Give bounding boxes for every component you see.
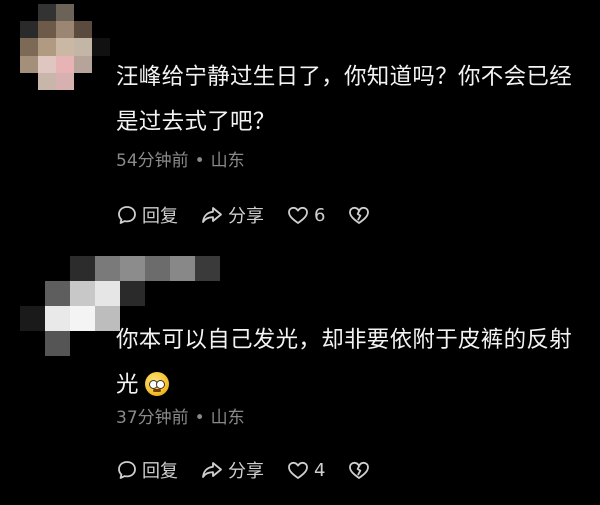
share-label: 分享 bbox=[228, 206, 264, 227]
like-button[interactable]: 6 bbox=[286, 204, 325, 226]
share-arrow-icon bbox=[200, 204, 224, 226]
comment-text: 你本可以自己发光，却非要依附于皮裤的反射光 bbox=[116, 318, 581, 408]
comment-time: 54分钟前 bbox=[116, 151, 189, 171]
dislike-button[interactable] bbox=[347, 204, 371, 226]
comment-meta: 37分钟前 • 山东 bbox=[116, 403, 245, 428]
heart-icon bbox=[286, 459, 310, 481]
comment-text: 汪峰给宁静过生日了，你知道吗？你不会已经是过去式了吧？ bbox=[116, 64, 573, 135]
meta-separator: • bbox=[194, 151, 205, 171]
share-label: 分享 bbox=[228, 461, 264, 482]
comment-time: 37分钟前 bbox=[116, 408, 189, 428]
comment-text-content: 你本可以自己发光，却非要依附于皮裤的反射光 bbox=[116, 327, 573, 398]
share-button[interactable]: 分享 bbox=[200, 457, 264, 483]
broken-heart-icon bbox=[347, 204, 371, 226]
like-count: 6 bbox=[314, 204, 326, 226]
share-arrow-icon bbox=[200, 459, 224, 481]
meta-separator: • bbox=[194, 408, 205, 428]
comment-item-1: 汪峰给宁静过生日了，你知道吗？你不会已经是过去式了吧？ 54分钟前 • 山东 回复 … bbox=[0, 0, 600, 250]
comment-location: 山东 bbox=[210, 151, 245, 171]
heart-icon bbox=[286, 204, 310, 226]
broken-heart-icon bbox=[347, 459, 371, 481]
comment-actions: 回复 分享 6 bbox=[116, 202, 393, 228]
comment-meta: 54分钟前 • 山东 bbox=[116, 146, 245, 171]
rolling-eyes-emoji-icon bbox=[144, 372, 169, 396]
comment-actions: 回复 分享 4 bbox=[116, 457, 393, 483]
reply-bubble-icon bbox=[116, 204, 138, 226]
reply-bubble-icon bbox=[116, 459, 138, 481]
like-button[interactable]: 4 bbox=[286, 459, 325, 481]
reply-label: 回复 bbox=[142, 206, 178, 227]
avatar-pixelated[interactable] bbox=[20, 4, 110, 90]
comment-location: 山东 bbox=[210, 408, 245, 428]
dislike-button[interactable] bbox=[347, 459, 371, 481]
comment-item-2: 你本可以自己发光，却非要依附于皮裤的反射光 37分钟前 • 山东 回复 分享 4 bbox=[0, 250, 600, 505]
reply-label: 回复 bbox=[142, 461, 178, 482]
share-button[interactable]: 分享 bbox=[200, 202, 264, 228]
reply-button[interactable]: 回复 bbox=[116, 202, 178, 228]
reply-button[interactable]: 回复 bbox=[116, 457, 178, 483]
like-count: 4 bbox=[314, 459, 326, 481]
